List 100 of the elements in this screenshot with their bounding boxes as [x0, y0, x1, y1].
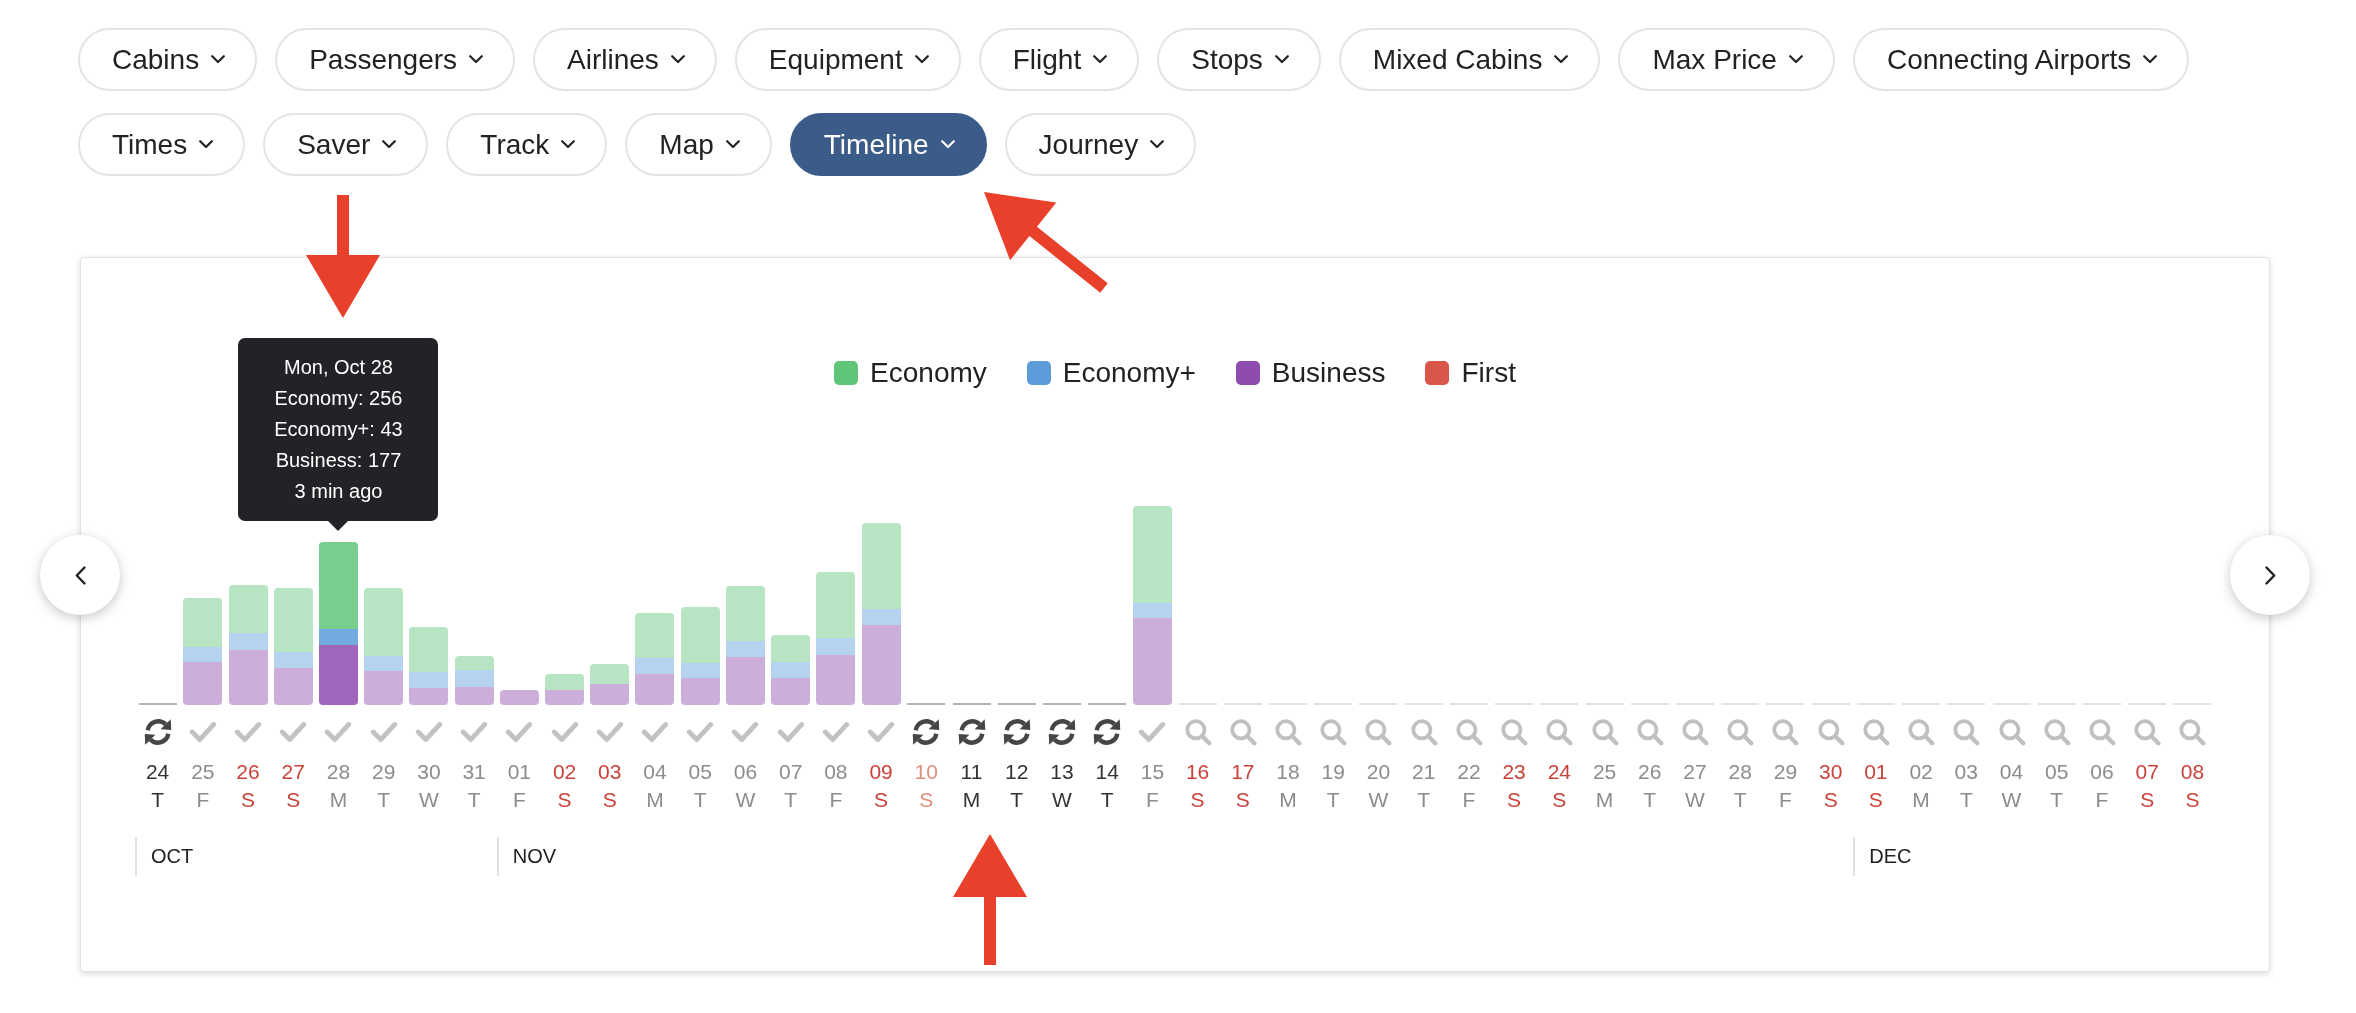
- weekday-label: T: [1643, 787, 1657, 813]
- date-label: 22: [1457, 759, 1481, 785]
- tooltip-line: Economy+: 43: [274, 417, 403, 442]
- filter-button[interactable]: Mixed Cabins: [1338, 28, 1601, 91]
- stacked-bar[interactable]: [861, 523, 901, 705]
- refresh-icon: [912, 718, 941, 746]
- filter-button[interactable]: Flight: [978, 28, 1140, 91]
- weekday-label: T: [1959, 787, 1973, 813]
- date-label: 25: [191, 759, 215, 785]
- tooltip-line: 3 min ago: [294, 479, 383, 504]
- date-label: 28: [1728, 759, 1752, 785]
- search-icon: [1635, 718, 1664, 746]
- date-label: 04: [1999, 759, 2024, 785]
- weekday-label: S: [874, 787, 889, 813]
- weekday-label: W: [2001, 787, 2022, 813]
- filter-button[interactable]: Max Price: [1618, 28, 1835, 91]
- weekday-label: F: [512, 787, 526, 813]
- weekday-label: W: [1052, 787, 1072, 813]
- date-label: 02: [1909, 759, 1933, 785]
- weekday-label: S: [1823, 787, 1838, 813]
- refresh-icon: [957, 718, 986, 746]
- tooltip-line: Economy: 256: [274, 386, 403, 411]
- search-icon: [2042, 718, 2071, 746]
- stacked-bar[interactable]: [771, 635, 811, 705]
- filter-button[interactable]: Saver: [263, 113, 429, 176]
- filter-button[interactable]: Equipment: [734, 28, 961, 91]
- search-icon: [1726, 718, 1755, 746]
- stacked-bar[interactable]: [228, 585, 268, 705]
- weekday-label: T: [1733, 787, 1747, 813]
- chevron-down-icon: [199, 140, 214, 149]
- search-icon: [2087, 718, 2116, 746]
- month-label: DEC: [1869, 845, 1912, 868]
- chevron-down-icon: [1093, 55, 1108, 64]
- filter-button[interactable]: Connecting Airports: [1852, 28, 2190, 91]
- weekday-label: W: [1368, 787, 1389, 813]
- weekday-label: T: [467, 787, 481, 813]
- date-label: 05: [688, 759, 712, 785]
- search-icon: [1274, 718, 1303, 746]
- date-label: 10: [914, 759, 938, 785]
- search-icon: [1409, 718, 1438, 746]
- date-label: 06: [2090, 759, 2114, 785]
- date-label: 09: [869, 759, 893, 785]
- date-label: 16: [1185, 759, 1210, 785]
- stacked-bar[interactable]: [454, 656, 494, 705]
- stacked-bar[interactable]: [1132, 506, 1172, 705]
- date-label: 04: [643, 759, 667, 785]
- date-label: 13: [1050, 759, 1074, 785]
- next-button[interactable]: [2230, 535, 2310, 615]
- filter-button[interactable]: Times: [78, 113, 246, 176]
- date-label: 03: [598, 759, 622, 785]
- stacked-bar[interactable]: [545, 674, 585, 705]
- filter-button[interactable]: Map: [625, 113, 772, 176]
- weekday-label: M: [1912, 787, 1930, 813]
- tooltip-line: Business: 177: [275, 448, 402, 473]
- date-label: 25: [1592, 759, 1617, 785]
- filter-button[interactable]: Airlines: [533, 28, 717, 91]
- weekday-label: F: [196, 787, 210, 813]
- previous-button[interactable]: [40, 535, 120, 615]
- weekday-label: T: [377, 787, 391, 813]
- stacked-bar[interactable]: [816, 572, 856, 705]
- weekday-label: S: [286, 787, 301, 813]
- search-icon: [1861, 718, 1890, 746]
- weekday-label: T: [1100, 787, 1114, 813]
- chevron-down-icon: [561, 140, 576, 149]
- stacked-bar[interactable]: [364, 588, 404, 705]
- stacked-bar[interactable]: [590, 664, 630, 705]
- stacked-bar[interactable]: [183, 598, 223, 705]
- chevron-down-icon: [382, 140, 397, 149]
- filter-button[interactable]: Track: [446, 113, 608, 176]
- stacked-bar[interactable]: [725, 586, 765, 705]
- stacked-bar[interactable]: [273, 588, 313, 705]
- date-label: 02: [552, 759, 577, 785]
- tooltip-title: Mon, Oct 28: [284, 355, 393, 380]
- legend-label: Economy: [870, 357, 987, 389]
- date-label: 28: [326, 759, 351, 785]
- filter-button[interactable]: Journey: [1004, 113, 1197, 176]
- filter-button[interactable]: Passengers: [275, 28, 516, 91]
- filter-button[interactable]: Cabins: [78, 28, 258, 91]
- date-label: 01: [507, 759, 531, 785]
- weekday-label: S: [1190, 787, 1205, 813]
- date-label: 08: [824, 759, 848, 785]
- search-icon: [1771, 718, 1800, 746]
- stacked-bar[interactable]: [409, 627, 449, 705]
- weekday-label: T: [151, 787, 164, 813]
- date-label: 17: [1231, 759, 1255, 785]
- stacked-bar[interactable]: [635, 613, 675, 705]
- search-icon: [1816, 718, 1845, 746]
- weekday-label: S: [2185, 787, 2200, 813]
- filter-button[interactable]: Timeline: [789, 113, 987, 176]
- weekday-label: F: [1145, 787, 1159, 813]
- search-icon: [1590, 718, 1619, 746]
- date-label: 07: [2135, 759, 2159, 785]
- filter-button[interactable]: Stops: [1157, 28, 1321, 91]
- weekday-label: S: [1868, 787, 1883, 813]
- stacked-bar[interactable]: [680, 607, 720, 705]
- stacked-bar[interactable]: [499, 690, 539, 705]
- search-icon: [2133, 718, 2162, 746]
- date-label: 31: [462, 759, 486, 785]
- stacked-bar[interactable]: [318, 542, 358, 705]
- date-label: 23: [1502, 759, 1526, 785]
